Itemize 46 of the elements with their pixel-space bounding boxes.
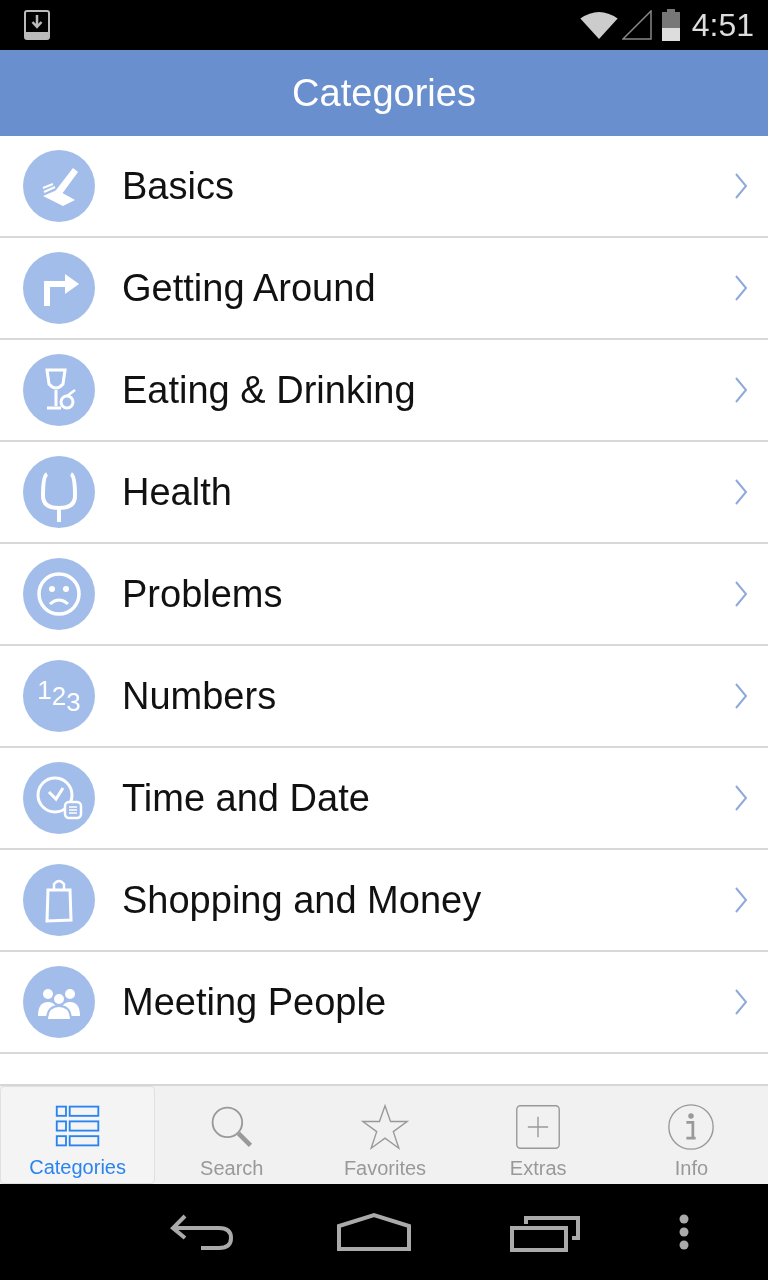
category-label: Problems bbox=[122, 572, 284, 616]
chevron-right-icon bbox=[734, 376, 748, 404]
clock-time: 4:51 bbox=[691, 6, 754, 44]
shopping-bag-icon bbox=[23, 864, 95, 936]
chevron-right-icon bbox=[734, 784, 748, 812]
category-label: Basics bbox=[122, 164, 235, 208]
category-label: Time and Date bbox=[122, 776, 371, 820]
pencil-icon bbox=[23, 150, 95, 222]
glass-icon bbox=[23, 354, 95, 426]
category-row[interactable]: Time and Date bbox=[0, 748, 768, 850]
category-row[interactable]: Eating & Drinking bbox=[0, 340, 768, 442]
star-icon bbox=[361, 1103, 409, 1151]
category-row[interactable]: Getting Around bbox=[0, 238, 768, 340]
people-icon bbox=[23, 966, 95, 1038]
category-label: Numbers bbox=[122, 674, 278, 718]
info-icon bbox=[667, 1103, 716, 1151]
category-row[interactable]: Basics bbox=[0, 136, 768, 238]
clock-icon bbox=[23, 762, 95, 834]
category-label: Getting Around bbox=[122, 266, 377, 310]
home-icon[interactable] bbox=[336, 1212, 413, 1252]
category-row[interactable]: Problems bbox=[0, 544, 768, 646]
category-label: Eating & Drinking bbox=[122, 368, 417, 412]
chevron-right-icon bbox=[734, 682, 748, 710]
numbers-icon: 123 bbox=[23, 660, 95, 732]
category-label: Health bbox=[122, 470, 233, 514]
plus-icon bbox=[514, 1103, 563, 1151]
chevron-right-icon bbox=[734, 988, 748, 1016]
category-row[interactable]: Shopping and Money bbox=[0, 850, 768, 952]
screen-title: Categories bbox=[292, 71, 476, 115]
chevron-right-icon bbox=[734, 478, 748, 506]
signal-icon bbox=[621, 10, 652, 40]
chevron-right-icon bbox=[734, 172, 748, 200]
overflow-menu-icon[interactable] bbox=[679, 1214, 690, 1250]
battery-icon bbox=[661, 9, 680, 41]
chevron-right-icon bbox=[734, 274, 748, 302]
chevron-right-icon bbox=[734, 580, 748, 608]
category-row[interactable]: Health bbox=[0, 442, 768, 544]
download-icon bbox=[24, 10, 50, 40]
category-label: Meeting People bbox=[122, 980, 388, 1024]
chevron-right-icon bbox=[734, 886, 748, 914]
category-row[interactable]: Meeting People bbox=[0, 952, 768, 1054]
sad-face-icon bbox=[23, 558, 95, 630]
stethoscope-icon bbox=[23, 456, 95, 528]
wifi-icon bbox=[579, 11, 618, 39]
category-label: Shopping and Money bbox=[122, 878, 483, 922]
category-row[interactable]: 123 Numbers bbox=[0, 646, 768, 748]
